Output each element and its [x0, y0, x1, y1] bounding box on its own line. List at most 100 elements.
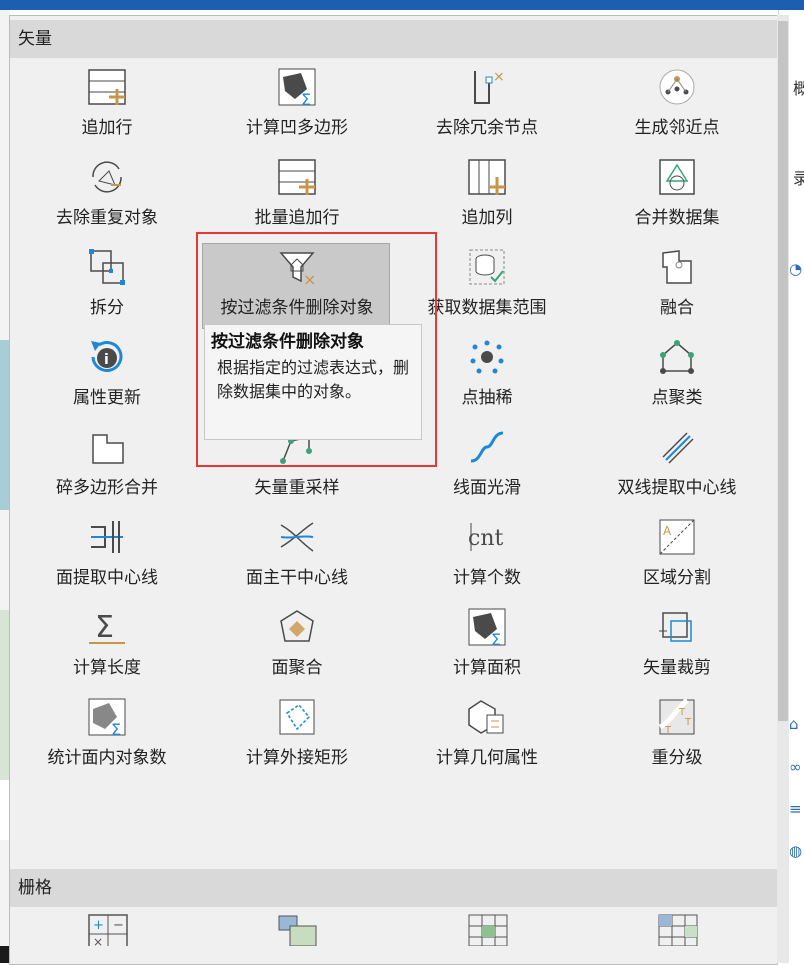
tool-label: 计算凹多边形	[246, 118, 348, 138]
raster-table-icon[interactable]	[658, 914, 698, 946]
tool-reclassify[interactable]: T T T 重分级	[582, 693, 772, 781]
tool-label: 重分级	[651, 748, 703, 768]
tool-label: 矢量裁剪	[643, 658, 711, 678]
tool-batch-append-rows[interactable]: 批量追加行	[202, 153, 392, 241]
svg-text:−: −	[113, 918, 124, 933]
tool-count[interactable]: cnt 计算个数	[392, 513, 582, 601]
svg-text:Σ: Σ	[111, 720, 121, 737]
tool-label: 去除重复对象	[56, 208, 158, 228]
tool-label: 计算外接矩形	[246, 748, 348, 768]
tool-append-rows[interactable]: 追加行	[12, 63, 202, 151]
tool-double-line-centerline[interactable]: 双线提取中心线	[582, 423, 772, 511]
tool-concave-polygon[interactable]: Σ 计算凹多边形	[202, 63, 392, 151]
tool-area[interactable]: Σ 计算面积	[392, 603, 582, 691]
home-icon[interactable]: ⌂	[789, 715, 799, 733]
tool-sum-length[interactable]: Σ 计算长度	[12, 603, 202, 691]
point-cluster-icon	[657, 337, 697, 377]
tool-label: 统计面内对象数	[47, 748, 167, 768]
tool-append-column[interactable]: 追加列	[392, 153, 582, 241]
section-header-vector[interactable]: 矢量	[10, 20, 777, 58]
tool-point-cluster[interactable]: 点聚类	[582, 333, 772, 421]
raster-mosaic-icon[interactable]	[278, 914, 318, 946]
tool-label: 批量追加行	[254, 208, 340, 228]
smooth-icon	[467, 427, 507, 467]
highlight-annotation-frame	[196, 232, 437, 467]
tool-label: 计算几何属性	[436, 748, 538, 768]
window-title-bar	[0, 0, 804, 10]
raster-calculator-icon[interactable]: + − ×	[88, 914, 128, 946]
tool-remove-redundant-nodes[interactable]: × 去除冗余节点	[392, 63, 582, 151]
tool-gallery-panel: 矢量 追加行 Σ 计算凹多边形 × 去除冗余节点 生成邻近点 去除重复对象 批量追加行 追加列 合…	[9, 15, 778, 965]
attribute-update-icon: i	[87, 337, 127, 377]
tool-neighbor-points[interactable]: 生成邻近点	[582, 63, 772, 151]
tool-geometry-attributes[interactable]: 计算几何属性	[392, 693, 582, 781]
svg-text:T: T	[684, 717, 692, 728]
tool-label: 计算个数	[453, 568, 521, 588]
geometry-attributes-icon	[467, 697, 507, 737]
remove-duplicates-icon	[87, 157, 127, 197]
double-line-centerline-icon	[657, 427, 697, 467]
tool-bounding-rect[interactable]: 计算外接矩形	[202, 693, 392, 781]
svg-text:cnt: cnt	[468, 526, 503, 551]
svg-text:×: ×	[493, 69, 505, 85]
fragment-polygon-merge-icon	[87, 427, 127, 467]
count-in-polygon-icon: Σ	[87, 697, 127, 739]
neighbor-points-icon	[657, 67, 697, 107]
tool-label: 融合	[660, 298, 694, 318]
tool-label: 合并数据集	[634, 208, 720, 228]
append-column-icon	[467, 157, 507, 197]
tool-trunk-centerline[interactable]: 面主干中心线	[202, 513, 392, 601]
count-icon: cnt	[467, 517, 507, 557]
tool-label: 追加列	[461, 208, 513, 228]
tool-label: 生成邻近点	[634, 118, 720, 138]
svg-text:i: i	[104, 352, 109, 368]
side-text-1: 概	[793, 79, 804, 98]
split-icon	[87, 247, 127, 287]
tool-label: 双线提取中心线	[617, 478, 737, 498]
link-icon[interactable]: ∞	[789, 758, 802, 776]
merge-datasets-icon	[657, 157, 697, 197]
polygon-aggregate-icon	[277, 607, 317, 647]
polygon-centerline-icon	[87, 517, 127, 557]
section-header-raster[interactable]: 栅格	[10, 869, 777, 907]
tool-remove-duplicates[interactable]: 去除重复对象	[12, 153, 202, 241]
vector-clip-icon	[657, 607, 697, 647]
tool-merge-datasets[interactable]: 合并数据集	[582, 153, 772, 241]
tool-label: 计算面积	[453, 658, 521, 678]
tool-count-in-polygon[interactable]: Σ 统计面内对象数	[12, 693, 202, 781]
append-rows-icon	[87, 67, 127, 107]
tool-label: 追加行	[81, 118, 133, 138]
tool-attribute-update[interactable]: i 属性更新	[12, 333, 202, 421]
tool-label: 面主干中心线	[246, 568, 348, 588]
scrollbar-thumb[interactable]	[778, 21, 788, 721]
tool-polygon-aggregate[interactable]: 面聚合	[202, 603, 392, 691]
svg-text:×: ×	[93, 935, 103, 946]
region-split-icon: A	[657, 517, 697, 557]
tool-region-split[interactable]: A 区域分割	[582, 513, 772, 601]
svg-text:A: A	[663, 524, 672, 538]
tool-label: 点聚类	[651, 388, 703, 408]
remove-redundant-nodes-icon: ×	[467, 67, 507, 107]
globe-icon[interactable]: ◍	[789, 842, 802, 860]
trunk-centerline-icon	[277, 517, 317, 557]
tool-label: 拆分	[90, 298, 124, 318]
tool-label: 区域分割	[643, 568, 711, 588]
clock-icon[interactable]: ◔	[789, 260, 802, 278]
panel-scrollbar[interactable]	[777, 15, 789, 963]
svg-text:T: T	[664, 725, 672, 736]
reclassify-icon: TTT	[657, 697, 697, 737]
svg-text:Σ: Σ	[95, 610, 114, 645]
database-icon[interactable]: ≡	[789, 800, 802, 818]
tool-dissolve[interactable]: 融合	[582, 243, 772, 331]
tool-label: 面聚合	[271, 658, 323, 678]
area-icon: Σ	[467, 607, 507, 649]
tool-label: 属性更新	[73, 388, 141, 408]
tool-polygon-centerline[interactable]: 面提取中心线	[12, 513, 202, 601]
tool-fragment-polygon-merge[interactable]: 碎多边形合并	[12, 423, 202, 511]
tool-split[interactable]: 拆分	[12, 243, 202, 331]
raster-grid-icon[interactable]	[468, 914, 508, 946]
tool-vector-clip[interactable]: 矢量裁剪	[582, 603, 772, 691]
side-text-2: 录	[793, 169, 804, 188]
tool-label: 线面光滑	[453, 478, 521, 498]
tool-label: 面提取中心线	[56, 568, 158, 588]
